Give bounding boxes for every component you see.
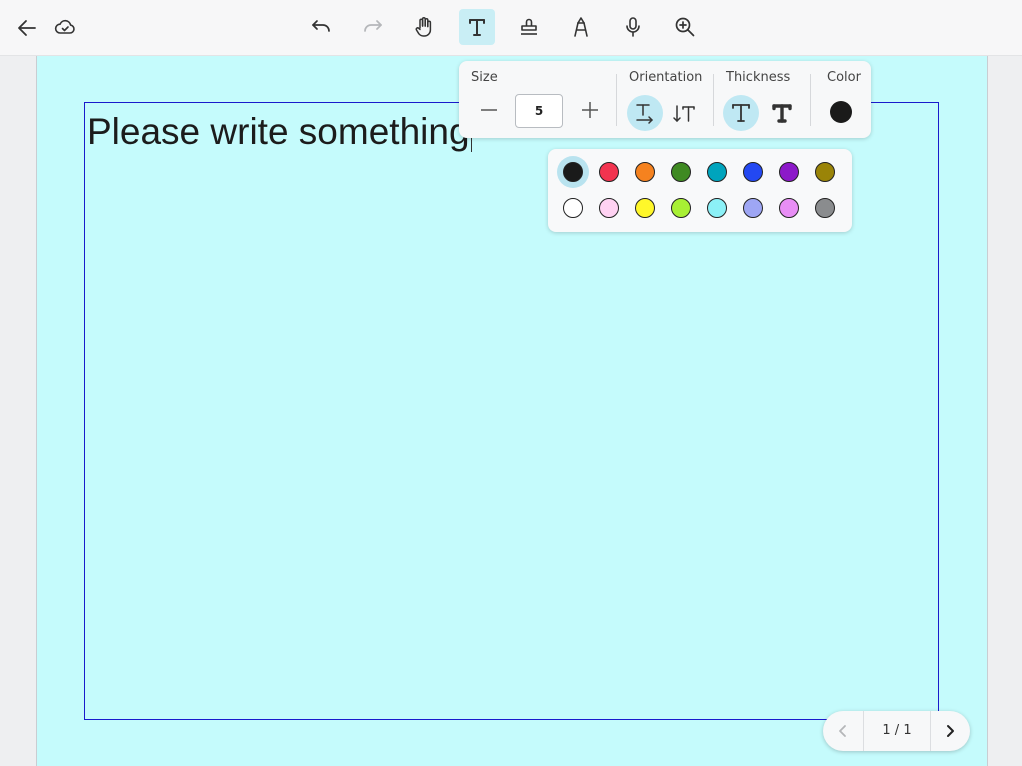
redo-icon[interactable]	[355, 9, 391, 45]
color-swatch[interactable]	[671, 198, 691, 218]
color-swatch[interactable]	[779, 198, 799, 218]
divider	[616, 74, 617, 126]
decrease-size-button[interactable]	[473, 94, 505, 126]
back-icon[interactable]	[9, 10, 45, 46]
previous-page-button[interactable]	[823, 711, 863, 751]
color-swatch[interactable]	[779, 162, 799, 182]
color-label: Color	[827, 70, 861, 85]
cloud-check-icon[interactable]	[47, 9, 83, 45]
pen-icon[interactable]	[563, 9, 599, 45]
color-swatch[interactable]	[815, 162, 835, 182]
text-box-content[interactable]: Please write something	[87, 111, 472, 153]
stamp-icon[interactable]	[511, 9, 547, 45]
color-swatch[interactable]	[599, 162, 619, 182]
divider	[713, 74, 714, 126]
size-label: Size	[471, 70, 498, 85]
divider	[810, 74, 811, 126]
text-content: Please write something	[87, 111, 470, 152]
thickness-label: Thickness	[726, 70, 791, 85]
color-swatch[interactable]	[707, 162, 727, 182]
color-swatch[interactable]	[815, 198, 835, 218]
increase-size-button[interactable]	[574, 94, 606, 126]
current-color-button[interactable]	[830, 101, 852, 123]
bold-thickness-button[interactable]	[764, 95, 800, 131]
text-icon[interactable]	[459, 9, 495, 45]
text-settings-panel: Size Orientation Thickness Color 5	[459, 61, 871, 138]
hand-icon[interactable]	[406, 9, 442, 45]
undo-icon[interactable]	[303, 9, 339, 45]
microphone-icon[interactable]	[615, 9, 651, 45]
orientation-label: Orientation	[629, 70, 703, 85]
color-swatch[interactable]	[563, 198, 583, 218]
color-palette	[548, 149, 852, 232]
next-page-button[interactable]	[930, 711, 970, 751]
vertical-orientation-button[interactable]	[667, 95, 703, 131]
color-swatch[interactable]	[563, 162, 583, 182]
size-input[interactable]: 5	[515, 94, 563, 128]
color-swatch[interactable]	[599, 198, 619, 218]
zoom-in-icon[interactable]	[667, 9, 703, 45]
color-swatch[interactable]	[635, 162, 655, 182]
color-swatch[interactable]	[743, 162, 763, 182]
horizontal-orientation-button[interactable]	[627, 95, 663, 131]
color-swatch[interactable]	[707, 198, 727, 218]
color-swatch[interactable]	[635, 198, 655, 218]
top-toolbar	[0, 0, 1022, 56]
page-indicator: 1 / 1	[863, 711, 931, 751]
regular-thickness-button[interactable]	[723, 95, 759, 131]
color-swatch[interactable]	[671, 162, 691, 182]
color-swatch[interactable]	[743, 198, 763, 218]
page-navigator: 1 / 1	[823, 711, 970, 751]
